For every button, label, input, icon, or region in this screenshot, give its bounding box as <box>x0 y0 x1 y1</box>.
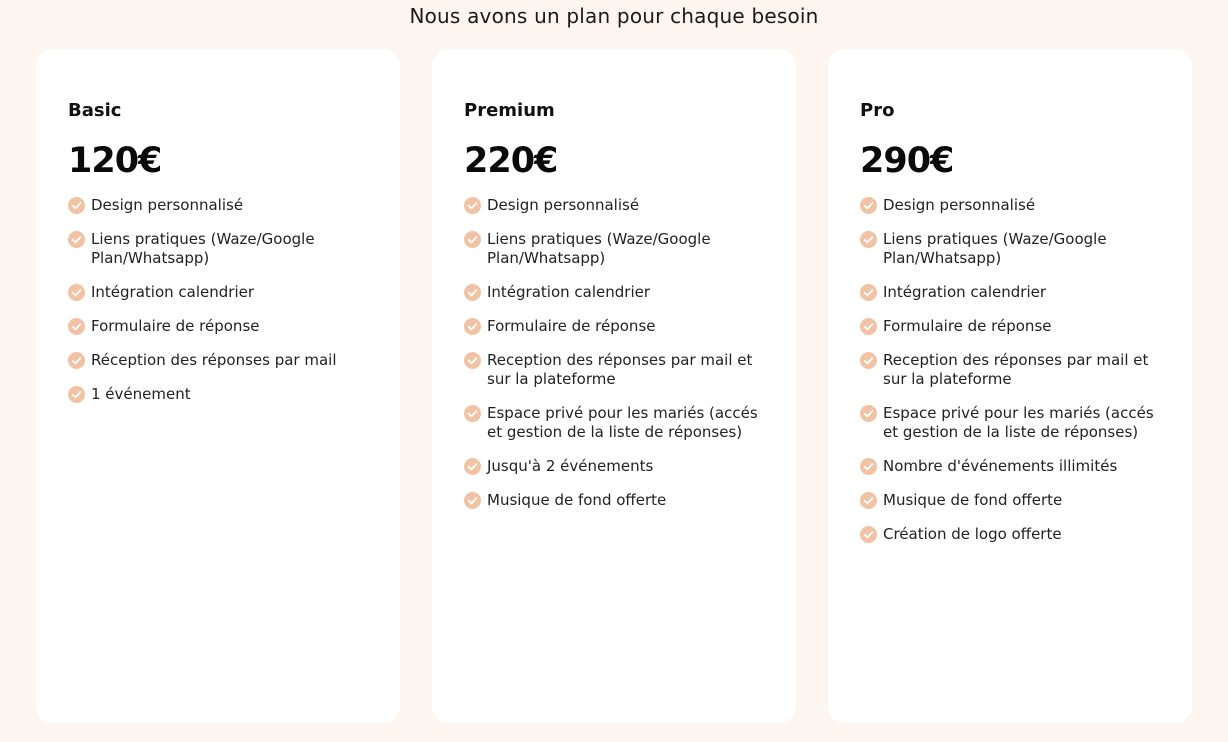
check-circle-icon <box>68 352 85 369</box>
check-circle-icon <box>68 197 85 214</box>
check-circle-icon <box>68 231 85 248</box>
feature-text: Musique de fond offerte <box>883 491 1063 509</box>
feature-item: Musique de fond offerte <box>464 491 766 510</box>
page-heading: Nous avons un plan pour chaque besoin <box>409 4 819 28</box>
plan-price: 120€ <box>68 141 162 181</box>
check-circle-icon <box>464 231 481 248</box>
plan-card-0[interactable]: Basic 120€ Design personnalisé Liens pratiq… <box>36 49 400 723</box>
check-circle-icon <box>68 386 85 403</box>
feature-text: Formulaire de réponse <box>487 317 656 335</box>
check-circle-icon <box>464 197 481 214</box>
feature-text: 1 événement <box>91 385 191 403</box>
feature-text: Intégration calendrier <box>487 283 651 301</box>
feature-text: Design personnalisé <box>91 196 244 214</box>
feature-item: Nombre d'événements illimités <box>860 457 1162 476</box>
feature-text: Reception des réponses par mail et sur l… <box>487 351 753 388</box>
feature-item: Jusqu'à 2 événements <box>464 457 766 476</box>
feature-item: Intégration calendrier <box>464 283 766 302</box>
check-circle-icon <box>68 284 85 301</box>
feature-list: Design personnalisé Liens pratiques (Waze… <box>464 196 766 510</box>
check-circle-icon <box>860 352 877 369</box>
feature-item: Formulaire de réponse <box>860 317 1162 336</box>
check-circle-icon <box>464 405 481 422</box>
plan-card-2[interactable]: Pro 290€ Design personnalisé Liens pratique… <box>828 49 1192 723</box>
check-circle-icon <box>860 492 877 509</box>
feature-list: Design personnalisé Liens pratiques (Waze… <box>68 196 370 404</box>
check-circle-icon <box>464 458 481 475</box>
feature-item: Formulaire de réponse <box>68 317 370 336</box>
check-circle-icon <box>860 197 877 214</box>
check-circle-icon <box>860 405 877 422</box>
feature-text: Liens pratiques (Waze/Google Plan/Whatsa… <box>91 230 315 267</box>
feature-text: Intégration calendrier <box>883 283 1047 301</box>
feature-item: 1 événement <box>68 385 370 404</box>
check-circle-icon <box>860 284 877 301</box>
feature-item: Reception des réponses par mail et sur l… <box>860 351 1162 389</box>
feature-text: Liens pratiques (Waze/Google Plan/Whatsa… <box>487 230 711 267</box>
feature-item: Design personnalisé <box>464 196 766 215</box>
pricing-page: Nous avons un plan pour chaque besoin Ba… <box>0 0 1228 742</box>
feature-text: Liens pratiques (Waze/Google Plan/Whatsa… <box>883 230 1107 267</box>
plan-price: 220€ <box>464 141 558 181</box>
feature-item: Espace privé pour les mariés (accés et g… <box>464 404 766 442</box>
feature-text: Musique de fond offerte <box>487 491 667 509</box>
check-circle-icon <box>860 526 877 543</box>
check-circle-icon <box>860 231 877 248</box>
feature-text: Reception des réponses par mail et sur l… <box>883 351 1149 388</box>
feature-item: Réception des réponses par mail <box>68 351 370 370</box>
plan-name: Basic <box>68 100 122 121</box>
check-circle-icon <box>464 318 481 335</box>
feature-text: Jusqu'à 2 événements <box>487 457 654 475</box>
feature-item: Formulaire de réponse <box>464 317 766 336</box>
feature-text: Espace privé pour les mariés (accés et g… <box>883 404 1154 441</box>
feature-item: Intégration calendrier <box>860 283 1162 302</box>
feature-text: Nombre d'événements illimités <box>883 457 1118 475</box>
feature-text: Formulaire de réponse <box>91 317 260 335</box>
feature-item: Musique de fond offerte <box>860 491 1162 510</box>
feature-item: Design personnalisé <box>860 196 1162 215</box>
feature-item: Liens pratiques (Waze/Google Plan/Whatsa… <box>860 230 1162 268</box>
feature-text: Intégration calendrier <box>91 283 255 301</box>
check-circle-icon <box>860 458 877 475</box>
feature-item: Liens pratiques (Waze/Google Plan/Whatsa… <box>464 230 766 268</box>
check-circle-icon <box>464 352 481 369</box>
check-circle-icon <box>464 284 481 301</box>
feature-item: Reception des réponses par mail et sur l… <box>464 351 766 389</box>
plan-price: 290€ <box>860 141 954 181</box>
feature-item: Intégration calendrier <box>68 283 370 302</box>
feature-item: Liens pratiques (Waze/Google Plan/Whatsa… <box>68 230 370 268</box>
check-circle-icon <box>464 492 481 509</box>
feature-text: Espace privé pour les mariés (accés et g… <box>487 404 758 441</box>
plan-name: Pro <box>860 100 895 121</box>
feature-list: Design personnalisé Liens pratiques (Waze… <box>860 196 1162 544</box>
plan-name: Premium <box>464 100 555 121</box>
feature-text: Design personnalisé <box>487 196 640 214</box>
check-circle-icon <box>68 318 85 335</box>
feature-text: Formulaire de réponse <box>883 317 1052 335</box>
feature-item: Design personnalisé <box>68 196 370 215</box>
feature-text: Design personnalisé <box>883 196 1036 214</box>
feature-text: Création de logo offerte <box>883 525 1062 543</box>
plan-card-1[interactable]: Premium 220€ Design personnalisé Liens prat… <box>432 49 796 723</box>
feature-text: Réception des réponses par mail <box>91 351 337 369</box>
check-circle-icon <box>860 318 877 335</box>
feature-item: Création de logo offerte <box>860 525 1162 544</box>
feature-item: Espace privé pour les mariés (accés et g… <box>860 404 1162 442</box>
